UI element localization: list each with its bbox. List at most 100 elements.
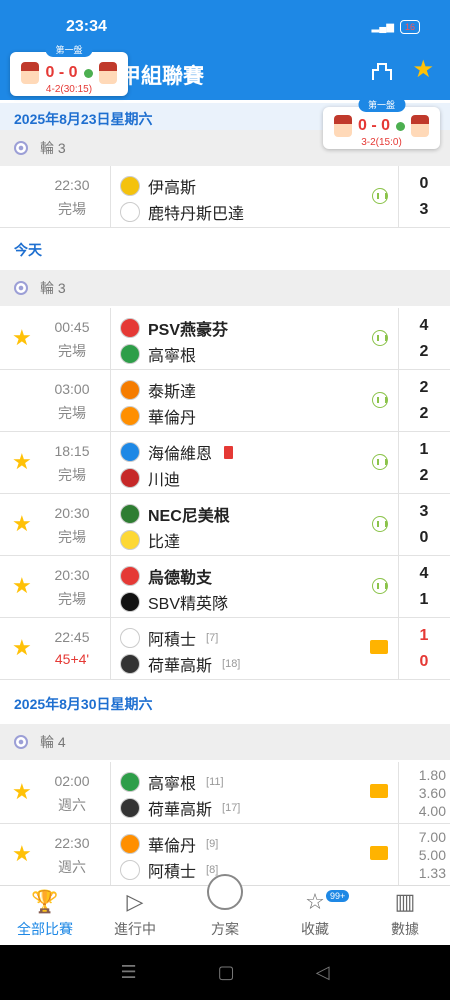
match-row[interactable]: ★ 18:15 完場 海倫維恩 川迪 1 2 [0, 432, 450, 494]
away-team: 鹿特丹斯巴達 [120, 200, 244, 224]
odds-icon[interactable] [370, 784, 388, 798]
odds-icon[interactable] [370, 640, 388, 654]
date-header: 今天 [0, 234, 450, 266]
team-crest-icon [120, 468, 140, 488]
favorite-star-icon[interactable]: ★ [12, 512, 32, 536]
bottom-nav: 🏆 全部比賽 ▷ 進行中 方案 ☆ 99+ 收藏 ▥ 數據 [0, 874, 450, 945]
match-status: 完場 [58, 591, 86, 607]
team-crest-icon [120, 442, 140, 462]
favorite-star-icon[interactable]: ★ [12, 574, 32, 598]
match-status: 完場 [58, 529, 86, 545]
favorite-star-icon[interactable]: ★ [12, 780, 32, 804]
favorite-star-icon[interactable]: ★ [12, 842, 32, 866]
match-row[interactable]: ★ 22:45 45+4' 阿積士 [7] 荷華高斯 [18] 1 0 [0, 618, 450, 680]
home-score: 0 [419, 175, 429, 192]
home-team: 伊高斯 [120, 174, 196, 198]
nav-all-matches[interactable]: 🏆 全部比賽 [0, 886, 90, 945]
home-team: 泰斯達 [120, 378, 196, 402]
bracket-icon[interactable] [370, 58, 394, 82]
away-team: SBV精英隊 [120, 590, 228, 614]
match-time: 20:30 [54, 505, 90, 521]
round-row: 輪 4 [0, 724, 450, 760]
page-title: 甲組聯賽 [120, 65, 204, 88]
favorite-star-icon[interactable]: ★ [12, 450, 32, 474]
team-crest-icon [120, 202, 140, 222]
team-crest-icon [120, 772, 140, 792]
favorite-star-icon[interactable]: ★ [12, 636, 32, 660]
analysis-icon[interactable] [372, 330, 388, 346]
status-time: 23:34 [66, 18, 107, 35]
team-crest-icon [120, 176, 140, 196]
team-crest-icon [120, 798, 140, 818]
analysis-icon[interactable] [372, 392, 388, 408]
round-row: 輪 3 [0, 270, 450, 306]
home-team: 高寧根 [11] [120, 770, 224, 794]
away-team: 比達 [120, 528, 180, 552]
team-crest-icon [120, 318, 140, 338]
match-row[interactable]: 03:00 完場 泰斯達 華倫丹 2 2 [0, 370, 450, 432]
home-team: 海倫維恩 [120, 440, 234, 464]
date-header: 2025年8月30日星期六 [0, 688, 450, 720]
home-score: 4 [419, 317, 429, 334]
home-score: 1 [419, 627, 429, 644]
plan-icon [207, 874, 243, 910]
live-score: 0 - 0 [357, 117, 390, 134]
live-subscore: 4-2(30:15) [45, 84, 93, 95]
menu-icon[interactable]: ☰ [121, 962, 137, 983]
match-row[interactable]: ★ 00:45 完場 PSV燕豪芬 高寧根 4 2 [0, 308, 450, 370]
analysis-icon[interactable] [372, 454, 388, 470]
player-avatar [411, 115, 429, 137]
away-score: 2 [419, 467, 429, 484]
set-tag: 第一盤 [357, 97, 406, 112]
away-team: 荷華高斯 [17] [120, 796, 240, 820]
away-team: 川迪 [120, 466, 180, 490]
match-status: 完場 [58, 405, 86, 421]
team-crest-icon [120, 834, 140, 854]
live-score: 0 - 0 [45, 64, 78, 81]
odds-list: 7.00 5.00 1.33 [418, 829, 446, 881]
player-avatar [98, 62, 117, 84]
match-time: 03:00 [54, 381, 90, 397]
serve-icon [396, 121, 405, 131]
match-row[interactable]: ★ 02:00 週六 高寧根 [11] 荷華高斯 [17] 1.80 3.60 4.… [0, 762, 450, 824]
favorite-star-icon[interactable]: ★ [412, 58, 434, 82]
home-score: 1 [419, 441, 429, 458]
away-score: 2 [419, 405, 429, 422]
match-row[interactable]: 22:30 完場 伊高斯 鹿特丹斯巴達 0 3 [0, 166, 450, 228]
analysis-icon[interactable] [372, 188, 388, 204]
home-team: NEC尼美根 [120, 502, 230, 526]
match-time: 02:00 [54, 773, 90, 789]
status-icons: ▂▄▆ 16 [372, 20, 420, 34]
nav-favorites[interactable]: ☆ 99+ 收藏 [270, 886, 360, 945]
team-crest-icon [120, 344, 140, 364]
system-nav-bar: ☰ ▢ ◁ [0, 945, 450, 1000]
match-time: 18:15 [54, 443, 90, 459]
analysis-icon[interactable] [372, 578, 388, 594]
odds-icon[interactable] [370, 846, 388, 860]
live-score-card[interactable]: 第一盤 0 - 0 3-2(15:0) [323, 97, 440, 149]
match-time: 00:45 [54, 319, 90, 335]
signal-icon: ▂▄▆ [371, 21, 394, 33]
team-crest-icon [120, 566, 140, 586]
favorite-star-icon[interactable]: ★ [12, 326, 32, 350]
analysis-icon[interactable] [372, 516, 388, 532]
set-tag: 第一盤 [45, 42, 93, 57]
home-icon[interactable]: ▢ [218, 962, 235, 983]
match-row[interactable]: ★ 20:30 完場 NEC尼美根 比達 3 0 [0, 494, 450, 556]
home-team: 阿積士 [7] [120, 626, 218, 650]
match-time: 22:30 [54, 177, 90, 193]
nav-in-progress[interactable]: ▷ 進行中 [90, 886, 180, 945]
away-score: 0 [419, 529, 429, 546]
nav-plans[interactable]: 方案 [180, 874, 270, 945]
home-score: 3 [419, 503, 429, 520]
match-status: 週六 [58, 859, 86, 875]
team-crest-icon [120, 530, 140, 550]
back-icon[interactable]: ◁ [316, 962, 330, 983]
nav-stats[interactable]: ▥ 數據 [360, 886, 450, 945]
away-score: 0 [419, 653, 429, 670]
live-score-card[interactable]: 第一盤 0 - 0 4-2(30:15) [10, 42, 128, 96]
match-row[interactable]: ★ 20:30 完場 烏德勒支 SBV精英隊 4 1 [0, 556, 450, 618]
team-crest-icon [120, 380, 140, 400]
star-icon: ☆ [305, 889, 325, 914]
team-crest-icon [120, 654, 140, 674]
